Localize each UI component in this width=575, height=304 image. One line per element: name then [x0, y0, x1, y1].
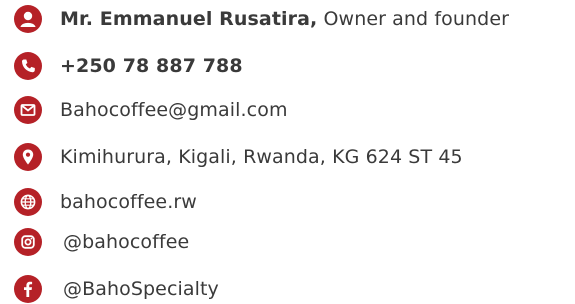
email-row: Bahocoffee@gmail.com: [14, 95, 288, 125]
envelope-icon: [14, 96, 42, 124]
facebook-icon: [14, 275, 42, 303]
facebook-handle[interactable]: @BahoSpecialty: [63, 278, 219, 300]
instagram-icon: [14, 228, 42, 256]
website-link[interactable]: bahocoffee.rw: [60, 191, 197, 213]
phone-number[interactable]: +250 78 887 788: [60, 55, 243, 77]
phone-row: +250 78 887 788: [14, 51, 243, 81]
street-address: Kimihurura, Kigali, Rwanda, KG 624 ST 45: [60, 146, 463, 168]
owner-role: Owner and founder: [323, 8, 510, 30]
globe-icon: [14, 188, 42, 216]
address-row: Kimihurura, Kigali, Rwanda, KG 624 ST 45: [14, 142, 463, 172]
instagram-handle[interactable]: @bahocoffee: [63, 231, 189, 253]
owner-row: Mr. Emmanuel Rusatira, Owner and founder: [14, 4, 509, 34]
instagram-row: @bahocoffee: [14, 227, 189, 257]
map-pin-icon: [14, 143, 42, 171]
website-row: bahocoffee.rw: [14, 187, 197, 217]
owner-name: Mr. Emmanuel Rusatira,: [60, 8, 318, 30]
phone-icon: [14, 52, 42, 80]
contact-list: Mr. Emmanuel Rusatira, Owner and founder…: [0, 0, 575, 304]
facebook-row: @BahoSpecialty: [14, 274, 219, 304]
person-icon: [14, 5, 42, 33]
owner-text: Mr. Emmanuel Rusatira, Owner and founder: [60, 8, 509, 30]
email-address[interactable]: Bahocoffee@gmail.com: [60, 99, 288, 121]
